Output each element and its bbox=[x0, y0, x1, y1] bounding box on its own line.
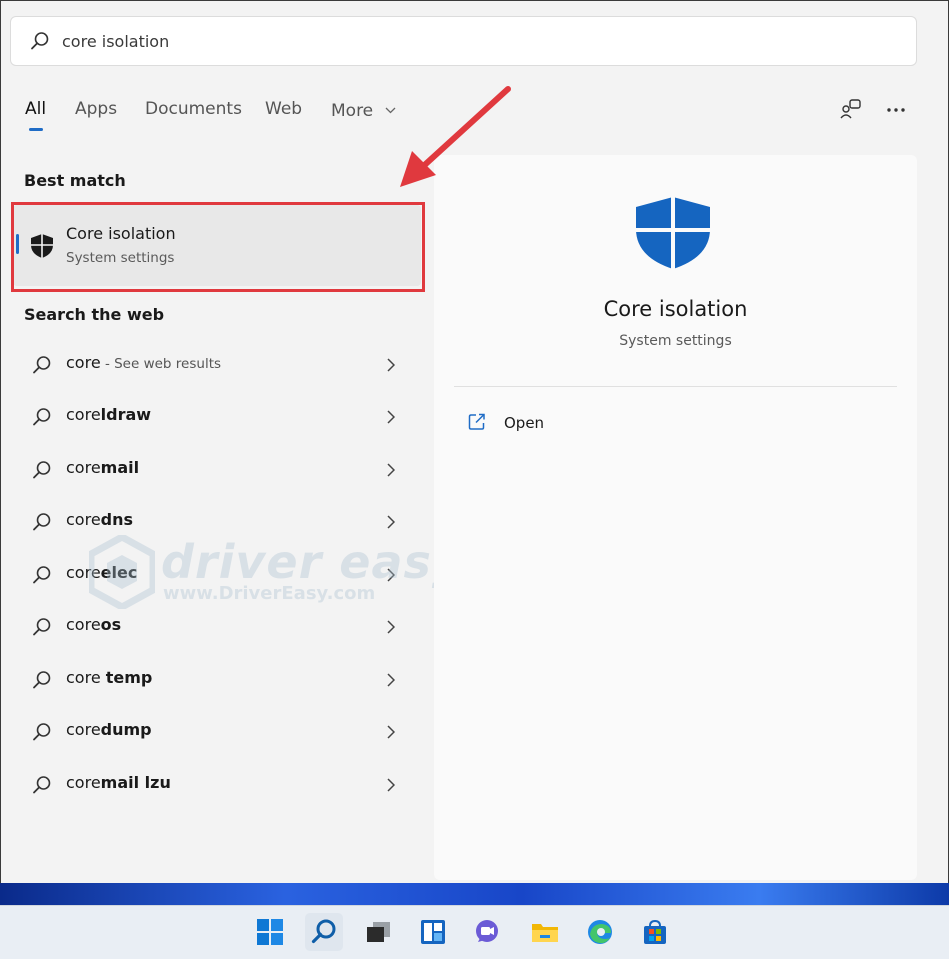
web-result-text: coredump bbox=[66, 720, 152, 739]
web-result-item[interactable]: coremail lzu bbox=[21, 763, 421, 807]
highlight-box bbox=[11, 202, 425, 292]
search-icon bbox=[30, 31, 50, 55]
active-tab-indicator bbox=[29, 128, 43, 131]
shield-icon bbox=[634, 195, 712, 275]
taskbar-search-button[interactable] bbox=[305, 913, 343, 951]
watermark-brand: driver easy bbox=[161, 535, 463, 589]
web-result-text: core temp bbox=[66, 668, 153, 687]
chevron-right-icon bbox=[387, 724, 396, 743]
tab-apps[interactable]: Apps bbox=[75, 99, 117, 119]
search-bar[interactable] bbox=[10, 16, 917, 66]
driver-easy-logo-icon bbox=[87, 533, 157, 611]
annotation-arrow bbox=[396, 83, 516, 197]
tab-label: Apps bbox=[75, 99, 118, 119]
chevron-right-icon bbox=[387, 514, 396, 533]
tab-label: Web bbox=[265, 99, 303, 119]
search-icon bbox=[32, 460, 52, 484]
web-result-item[interactable]: core - See web results bbox=[21, 343, 421, 387]
web-result-item[interactable]: coremail bbox=[21, 448, 421, 492]
search-icon bbox=[32, 355, 52, 379]
detail-subtitle: System settings bbox=[619, 333, 732, 349]
best-match-heading: Best match bbox=[24, 171, 126, 190]
web-result-text: core - See web results bbox=[66, 353, 222, 372]
search-web-heading: Search the web bbox=[24, 305, 165, 324]
edge-browser-button[interactable] bbox=[581, 913, 619, 951]
tab-label: All bbox=[25, 99, 47, 119]
tab-label: More bbox=[331, 101, 374, 121]
tab-documents[interactable]: Documents bbox=[145, 99, 242, 119]
chevron-right-icon bbox=[387, 777, 396, 796]
chevron-right-icon bbox=[387, 619, 396, 638]
chevron-right-icon bbox=[387, 357, 396, 376]
search-icon bbox=[32, 670, 52, 694]
search-icon bbox=[32, 565, 52, 589]
feedback-icon[interactable] bbox=[839, 97, 863, 125]
edge-icon bbox=[588, 920, 612, 944]
divider bbox=[454, 386, 897, 387]
task-view-button[interactable] bbox=[359, 913, 397, 951]
tab-label: Documents bbox=[145, 99, 242, 119]
search-icon bbox=[32, 775, 52, 799]
widgets-icon bbox=[421, 920, 445, 944]
search-icon bbox=[32, 512, 52, 536]
web-result-item[interactable]: coreldraw bbox=[21, 395, 421, 439]
widgets-button[interactable] bbox=[414, 913, 452, 951]
chevron-right-icon bbox=[387, 462, 396, 481]
tab-more[interactable]: More bbox=[331, 99, 396, 121]
web-result-text: coreos bbox=[66, 615, 122, 634]
search-icon bbox=[311, 919, 336, 944]
open-label: Open bbox=[504, 414, 545, 432]
watermark: driver easy www.DriverEasy.com bbox=[87, 533, 462, 613]
web-result-text: coredns bbox=[66, 510, 134, 529]
store-icon bbox=[644, 919, 666, 944]
web-result-item[interactable]: coredump bbox=[21, 710, 421, 754]
search-icon bbox=[32, 722, 52, 746]
web-result-item[interactable]: coreos bbox=[21, 605, 421, 649]
web-result-text: coremail bbox=[66, 458, 140, 477]
web-result-text: coremail lzu bbox=[66, 773, 171, 792]
search-icon bbox=[32, 407, 52, 431]
detail-pane: Core isolation System settings Open bbox=[434, 155, 917, 880]
watermark-url: www.DriverEasy.com bbox=[163, 583, 376, 604]
taskbar bbox=[0, 905, 949, 959]
start-button[interactable] bbox=[251, 913, 289, 951]
file-explorer-button[interactable] bbox=[526, 913, 564, 951]
web-result-item[interactable]: core temp bbox=[21, 658, 421, 702]
chevron-right-icon bbox=[387, 409, 396, 428]
folder-icon bbox=[532, 924, 558, 942]
microsoft-store-button[interactable] bbox=[636, 913, 674, 951]
more-options-icon[interactable] bbox=[885, 101, 907, 120]
open-external-icon bbox=[468, 413, 486, 435]
task-view-icon bbox=[367, 922, 390, 942]
web-result-text: coreldraw bbox=[66, 405, 152, 424]
detail-title: Core isolation bbox=[603, 297, 748, 321]
chevron-right-icon bbox=[387, 672, 396, 691]
search-input[interactable] bbox=[62, 27, 862, 55]
search-panel: All Apps Documents Web More Best match bbox=[0, 0, 949, 884]
tab-web[interactable]: Web bbox=[265, 99, 302, 119]
desktop-wallpaper bbox=[0, 883, 949, 905]
teams-chat-button[interactable] bbox=[468, 913, 506, 951]
chevron-down-icon bbox=[385, 99, 396, 119]
chat-icon bbox=[476, 920, 498, 942]
windows-logo-icon bbox=[257, 919, 283, 945]
search-icon bbox=[32, 617, 52, 641]
tab-all[interactable]: All bbox=[25, 99, 47, 131]
